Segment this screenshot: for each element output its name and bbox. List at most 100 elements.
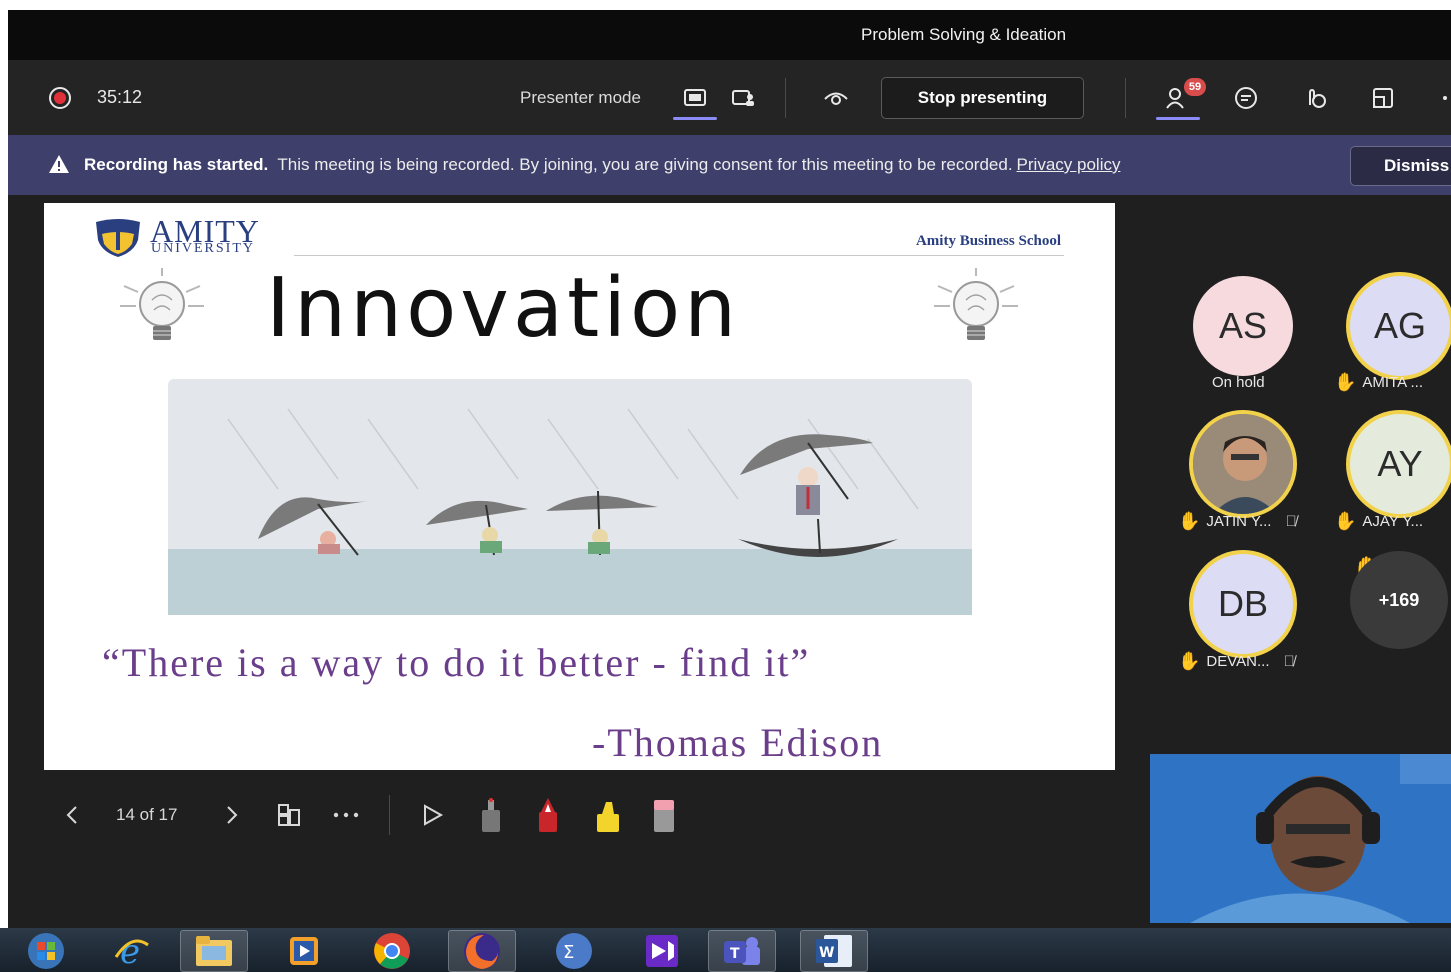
school-name: Amity Business School	[915, 233, 1061, 249]
title-bar: Problem Solving & Ideation	[8, 10, 1451, 60]
content-only-mode-icon[interactable]	[678, 82, 712, 114]
recording-banner: Recording has started. This meeting is b…	[8, 135, 1451, 195]
window-title: Problem Solving & Ideation	[861, 25, 1067, 44]
participant-avatar[interactable]: AS	[1193, 276, 1293, 376]
participant-count-badge: 59	[1184, 78, 1206, 96]
recording-timer: 35:12	[97, 87, 143, 107]
slide-counter: 14 of 17	[116, 795, 177, 835]
muted-mic-icon: 🎙̸	[1283, 653, 1295, 670]
more-slide-options-button[interactable]	[332, 795, 360, 835]
red-pen-button[interactable]	[535, 795, 561, 835]
participant-avatar[interactable]: AG	[1350, 276, 1450, 376]
visual-studio-icon	[646, 935, 678, 967]
start-button[interactable]	[12, 930, 80, 972]
svg-text:W: W	[819, 945, 834, 961]
taskbar-math-app[interactable]: Σ	[540, 930, 608, 972]
umbrella-illustration	[168, 379, 972, 615]
svg-text:T: T	[730, 946, 740, 962]
pointer-icon	[424, 804, 444, 826]
stop-presenting-button[interactable]: Stop presenting	[881, 77, 1084, 119]
grid-view-icon	[278, 804, 300, 826]
chevron-right-icon	[227, 806, 238, 824]
math-app-icon: Σ	[556, 933, 592, 969]
presenter-mode-label: Presenter mode	[520, 88, 641, 107]
quote-author: -Thomas Edison	[592, 720, 884, 765]
highlighter-icon	[597, 802, 619, 832]
slide-quote: “There is a way to do it better - find i…	[102, 640, 811, 685]
active-mode-indicator	[673, 117, 717, 120]
eraser-icon	[654, 800, 674, 832]
grid-view-button[interactable]	[276, 795, 302, 835]
lightbulb-icon	[120, 268, 204, 340]
taskbar-word[interactable]: W	[800, 930, 868, 972]
raised-hand-icon: ✋	[1178, 511, 1201, 531]
controls-divider	[389, 795, 390, 835]
reactions-icon[interactable]	[1298, 82, 1332, 114]
rooms-icon[interactable]	[1366, 82, 1400, 114]
pointer-tool-button[interactable]	[421, 795, 445, 835]
participant-name: On hold	[1212, 374, 1265, 391]
highlighter-button[interactable]	[594, 795, 622, 835]
laser-pen-button[interactable]	[478, 795, 504, 835]
banner-title: Recording has started.	[84, 155, 269, 174]
svg-text:Σ: Σ	[563, 942, 574, 963]
recording-icon	[49, 87, 71, 109]
banner-message: This meeting is being recorded. By joini…	[277, 155, 1013, 174]
eye-icon[interactable]	[819, 82, 853, 114]
more-options-icon[interactable]	[1428, 82, 1451, 114]
warning-icon	[48, 154, 70, 179]
red-pen-icon	[539, 798, 557, 832]
shared-slide: AMITY UNIVERSITY Amity Business School I…	[44, 203, 1115, 770]
logo-subtitle: UNIVERSITY	[151, 241, 255, 256]
raised-hand-icon: ✋	[1334, 511, 1357, 531]
windows-taskbar: e Σ T W	[0, 928, 1451, 972]
laser-pen-icon	[482, 798, 500, 832]
participant-name: ✋ AMITA ...	[1334, 372, 1423, 392]
chat-icon[interactable]	[1229, 82, 1263, 114]
eraser-button[interactable]	[652, 795, 676, 835]
firefox-icon	[464, 933, 500, 969]
participant-name: ✋ DEVAN... 🎙̸	[1178, 651, 1295, 671]
toolbar-divider	[785, 78, 786, 118]
banner-text: Recording has started. This meeting is b…	[84, 155, 1120, 175]
toolbar-divider	[1125, 78, 1126, 118]
taskbar-file-explorer[interactable]	[180, 930, 248, 972]
participant-name: ✋ JATIN Y... 🎙̸	[1178, 511, 1297, 531]
lightbulb-icon	[934, 268, 1018, 340]
meeting-toolbar: 35:12 Presenter mode Stop presenting 59	[8, 60, 1451, 135]
standout-mode-icon[interactable]	[726, 82, 760, 114]
participant-name: ✋ AJAY Y...	[1334, 511, 1424, 531]
header-divider	[294, 255, 1064, 256]
teams-icon: T	[724, 937, 760, 965]
dismiss-button[interactable]: Dismiss	[1350, 146, 1451, 186]
taskbar-media-player[interactable]	[270, 930, 338, 972]
slide-page-label: 14 of 17	[116, 805, 178, 824]
taskbar-visual-studio[interactable]	[628, 930, 696, 972]
slide-title: Innovation	[266, 261, 741, 356]
previous-slide-button[interactable]	[64, 795, 80, 835]
chrome-icon	[374, 933, 410, 969]
teams-window: Problem Solving & Ideation 35:12 Present…	[8, 10, 1451, 928]
more-participants-button[interactable]: +169	[1350, 551, 1448, 649]
taskbar-chrome[interactable]	[358, 930, 426, 972]
internet-explorer-icon: e	[114, 932, 149, 971]
presenter-camera-feed	[1150, 754, 1451, 923]
taskbar-internet-explorer[interactable]: e	[98, 930, 166, 972]
taskbar-firefox[interactable]	[448, 930, 516, 972]
presenter-video[interactable]	[1150, 754, 1451, 923]
svg-text:e: e	[120, 932, 140, 971]
participant-avatar[interactable]: AY	[1350, 414, 1450, 514]
participant-avatar[interactable]: DB	[1193, 554, 1293, 654]
participant-photo[interactable]	[1193, 414, 1293, 514]
next-slide-button[interactable]	[224, 795, 240, 835]
folder-icon	[196, 936, 232, 966]
word-icon: W	[816, 935, 852, 967]
privacy-policy-link[interactable]: Privacy policy	[1017, 155, 1121, 174]
chevron-left-icon	[66, 806, 77, 824]
windows-logo-icon	[28, 933, 64, 969]
amity-shield-logo	[96, 219, 140, 257]
taskbar-teams[interactable]: T	[708, 930, 776, 972]
ellipsis-icon	[333, 812, 359, 818]
participants-active-indicator	[1156, 117, 1200, 120]
raised-hand-icon: ✋	[1178, 651, 1201, 671]
